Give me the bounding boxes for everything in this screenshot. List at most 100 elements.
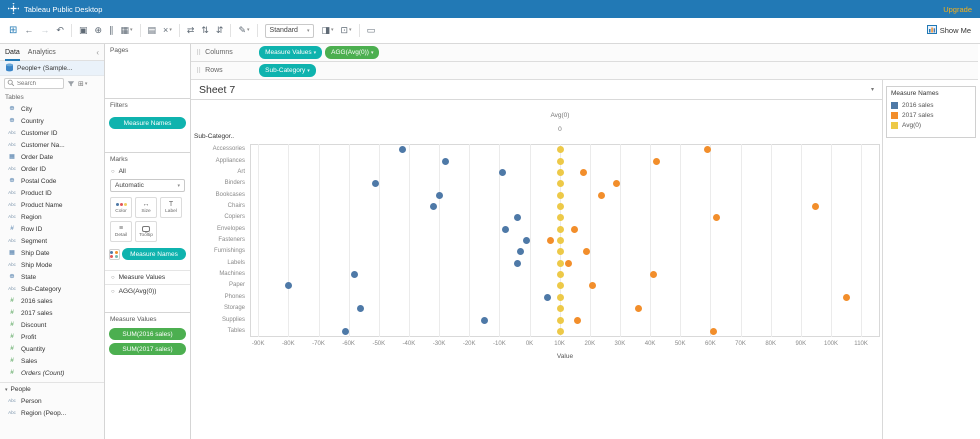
mark-dot[interactable] — [501, 225, 509, 233]
upgrade-link[interactable]: Upgrade — [943, 5, 972, 14]
tab-data[interactable]: Data — [5, 44, 20, 61]
mark-dot[interactable] — [435, 191, 443, 199]
size-button[interactable]: ↔ Size — [135, 197, 157, 218]
field-item[interactable]: # Row ID — [0, 223, 104, 235]
mark-dot[interactable] — [556, 282, 564, 290]
datasource-item[interactable]: People+ (Sample... — [0, 61, 104, 76]
mark-dot[interactable] — [513, 259, 521, 267]
filter-fields-icon[interactable] — [67, 80, 75, 88]
field-item[interactable]: Abc Region — [0, 211, 104, 223]
duplicate-icon[interactable]: ▤ — [148, 26, 157, 35]
mark-dot[interactable] — [556, 259, 564, 267]
search-field[interactable] — [17, 80, 61, 87]
field-item[interactable]: ▦ Ship Date — [0, 247, 104, 259]
measure-values-pill-sum-2017-sales[interactable]: SUM(2017 sales) — [109, 343, 186, 355]
mark-dot[interactable] — [556, 327, 564, 335]
field-item[interactable]: ⊕ State — [0, 271, 104, 283]
pause-auto-updates-icon[interactable]: ∥ — [109, 26, 114, 35]
mark-dot[interactable] — [556, 180, 564, 188]
field-item[interactable]: #2016 sales — [0, 295, 104, 307]
rows-shelf[interactable]: ⠿ Rows Sub-Category ▾ — [191, 62, 978, 80]
mark-dot[interactable] — [556, 202, 564, 210]
sort-ascending-icon[interactable]: ⇅ — [201, 26, 209, 35]
mark-dot[interactable] — [598, 191, 606, 199]
marks-section-agg-avg[interactable]: ○ AGG(Avg(0)) — [105, 284, 190, 298]
new-worksheet-icon[interactable]: ▦ ▾ — [121, 26, 133, 35]
presentation-mode-icon[interactable]: ▭ — [367, 26, 376, 35]
field-item[interactable]: Abc Product ID — [0, 187, 104, 199]
mark-dot[interactable] — [342, 327, 350, 335]
mark-dot[interactable] — [556, 293, 564, 301]
fit-select[interactable]: Standard ▾ — [264, 23, 315, 38]
columns-pill-agg-avg-0[interactable]: AGG(Avg(0)) ▾ — [325, 46, 380, 59]
undo-icon[interactable]: ↶ — [56, 26, 64, 35]
legend-item[interactable]: 2017 sales — [891, 110, 971, 120]
field-item[interactable]: # Discount — [0, 319, 104, 331]
field-item[interactable]: Abc Person — [0, 395, 104, 407]
measure-values-pill-sum-2016-sales[interactable]: SUM(2016 sales) — [109, 328, 186, 340]
sheet-menu-caret-icon[interactable]: ▾ — [871, 86, 874, 93]
mark-dot[interactable] — [556, 305, 564, 313]
new-data-source-icon[interactable]: ⊕ — [94, 26, 102, 35]
rows-pill-sub-category[interactable]: Sub-Category ▾ — [259, 64, 316, 77]
mark-dot[interactable] — [556, 146, 564, 154]
label-button[interactable]: T Label — [160, 197, 182, 218]
tooltip-button[interactable]: Tooltip — [135, 221, 157, 242]
mark-dot[interactable] — [544, 293, 552, 301]
mark-dot[interactable] — [556, 316, 564, 324]
mark-dot[interactable] — [634, 305, 642, 313]
mark-dot[interactable] — [556, 214, 564, 222]
marks-all-row[interactable]: ○ All — [105, 165, 190, 177]
field-item[interactable]: ▦ Order Date — [0, 151, 104, 163]
field-item[interactable]: # Profit — [0, 331, 104, 343]
mark-dot[interactable] — [556, 248, 564, 256]
mark-dot[interactable] — [556, 157, 564, 165]
mark-dot[interactable] — [441, 157, 449, 165]
marks-section-measure-values[interactable]: ○ Measure Values — [105, 270, 190, 284]
filter-pill-measure-names[interactable]: Measure Names — [109, 117, 186, 129]
start-page-icon[interactable]: ⊞ — [9, 25, 17, 36]
mark-dot[interactable] — [649, 271, 657, 279]
field-item[interactable]: Abc Customer ID — [0, 127, 104, 139]
field-item[interactable]: # Quantity — [0, 343, 104, 355]
mark-dot[interactable] — [652, 157, 660, 165]
field-item[interactable]: Abc Customer Na... — [0, 139, 104, 151]
columns-shelf[interactable]: ⠿ Columns Measure Values ▾ AGG(Avg(0)) ▾ — [191, 44, 978, 62]
mark-dot[interactable] — [556, 168, 564, 176]
mark-dot[interactable] — [556, 225, 564, 233]
columns-pill-measure-values[interactable]: Measure Values ▾ — [259, 46, 323, 59]
field-item[interactable]: # Orders (Count) — [0, 367, 104, 379]
mark-dot[interactable] — [571, 225, 579, 233]
filters-shelf[interactable]: Filters Measure Names — [105, 99, 190, 153]
people-section-header[interactable]: ▾ People — [0, 382, 104, 395]
search-input[interactable] — [4, 78, 64, 89]
detail-button[interactable]: ≡ Detail — [110, 221, 132, 242]
field-item[interactable]: ⊕ City — [0, 103, 104, 115]
mark-dot[interactable] — [556, 191, 564, 199]
field-item[interactable]: Abc Segment — [0, 235, 104, 247]
pages-shelf[interactable]: Pages — [105, 44, 190, 99]
save-icon[interactable]: ▣ — [79, 26, 88, 35]
field-item[interactable]: Abc Ship Mode — [0, 259, 104, 271]
field-item[interactable]: # Sales — [0, 355, 104, 367]
back-icon[interactable]: ← — [24, 26, 33, 35]
forward-icon[interactable]: → — [40, 26, 49, 35]
color-button[interactable]: Color — [110, 197, 132, 218]
collapse-pane-icon[interactable]: ‹ — [96, 48, 99, 57]
mark-dot[interactable] — [523, 237, 530, 244]
show-mark-labels-icon[interactable]: ◨ ▾ — [321, 26, 333, 35]
legend-item[interactable]: 2016 sales — [891, 100, 971, 110]
field-item[interactable]: ⊕ Country — [0, 115, 104, 127]
field-item[interactable]: #2017 sales — [0, 307, 104, 319]
field-item[interactable]: Abc Region (Peop... — [0, 407, 104, 419]
tab-analytics[interactable]: Analytics — [28, 44, 56, 61]
clear-sheet-icon[interactable]: × ▾ — [163, 26, 172, 35]
mark-dot[interactable] — [565, 259, 573, 267]
field-item[interactable]: Abc Product Name — [0, 199, 104, 211]
fit-axes-icon[interactable]: ⊡ ▾ — [341, 26, 352, 35]
mark-dot[interactable] — [556, 237, 564, 244]
mark-dot[interactable] — [556, 271, 564, 279]
marks-pill-measure-names[interactable]: Measure Names — [122, 248, 186, 260]
swap-rows-columns-icon[interactable]: ⇄ — [187, 26, 195, 35]
mark-dot[interactable] — [574, 316, 582, 324]
